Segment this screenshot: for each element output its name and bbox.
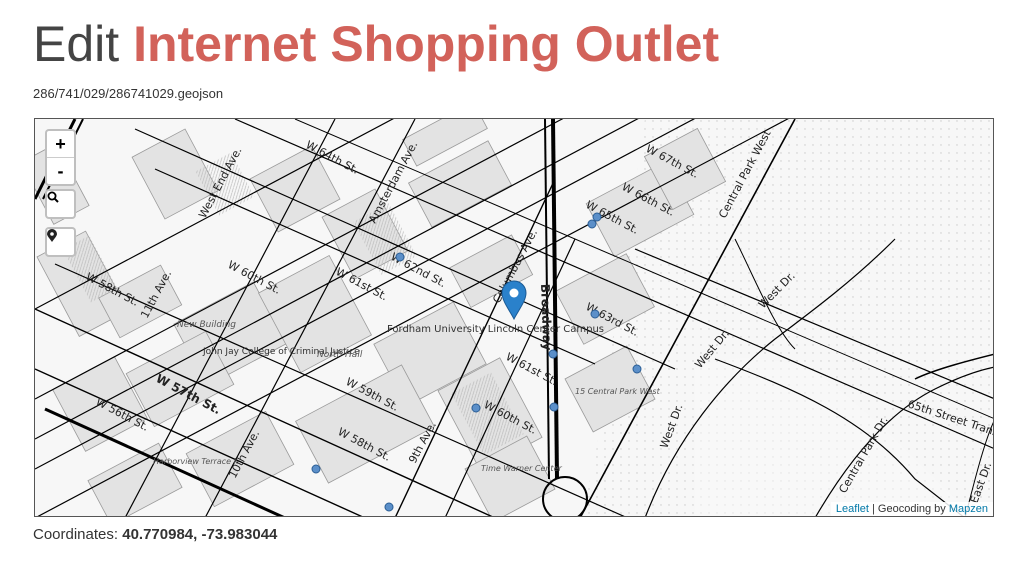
label-15cpw: 15 Central Park West bbox=[575, 387, 661, 396]
mapzen-link[interactable]: Mapzen bbox=[949, 503, 988, 515]
poi-dot bbox=[395, 252, 405, 262]
poi-dot bbox=[587, 219, 597, 229]
location-pin-icon bbox=[47, 229, 57, 242]
zoom-out-button[interactable]: - bbox=[47, 158, 74, 184]
search-icon bbox=[47, 191, 59, 203]
title-prefix: Edit bbox=[33, 16, 120, 72]
coordinates: Coordinates: 40.770984, -73.983044 bbox=[33, 526, 277, 543]
label-broadway: Broadway bbox=[538, 284, 554, 351]
search-control bbox=[45, 189, 76, 219]
label-new-building: New Building bbox=[177, 320, 236, 330]
map[interactable]: W 64th St. W 67th St. W 66th St. W 65th … bbox=[34, 118, 994, 517]
poi-dot bbox=[592, 212, 602, 222]
locate-control bbox=[45, 227, 76, 257]
label-time-warner: Time Warner Center bbox=[481, 464, 562, 473]
poi-dot bbox=[471, 403, 481, 413]
attribution-separator: | Geocoding by bbox=[868, 503, 949, 515]
zoom-control: + - bbox=[45, 129, 76, 186]
label-north-hall: North Hall bbox=[317, 350, 363, 360]
label-fordham: Fordham University Lincoln Center Campus bbox=[387, 324, 604, 335]
poi-dot bbox=[632, 364, 642, 374]
label-harborview: Harborview Terrace I bbox=[153, 457, 237, 466]
place-name: Internet Shopping Outlet bbox=[133, 16, 720, 72]
poi-dot bbox=[548, 349, 558, 359]
poi-dot bbox=[384, 502, 394, 512]
leaflet-link[interactable]: Leaflet bbox=[836, 503, 869, 515]
search-button[interactable] bbox=[47, 191, 74, 217]
coordinates-value: 40.770984, -73.983044 bbox=[122, 526, 278, 543]
page-title: Edit Internet Shopping Outlet bbox=[33, 14, 719, 74]
poi-dot bbox=[549, 402, 559, 412]
map-tiles[interactable]: W 64th St. W 67th St. W 66th St. W 65th … bbox=[35, 119, 994, 517]
locate-button[interactable] bbox=[47, 229, 74, 255]
poi-dot bbox=[311, 464, 321, 474]
map-attribution: Leaflet | Geocoding by Mapzen bbox=[830, 502, 993, 516]
location-marker[interactable] bbox=[501, 280, 527, 321]
poi-dot bbox=[590, 309, 600, 319]
geojson-path: 286/741/029/286741029.geojson bbox=[33, 86, 224, 101]
zoom-in-button[interactable]: + bbox=[47, 131, 74, 158]
coordinates-label: Coordinates: bbox=[33, 526, 119, 543]
